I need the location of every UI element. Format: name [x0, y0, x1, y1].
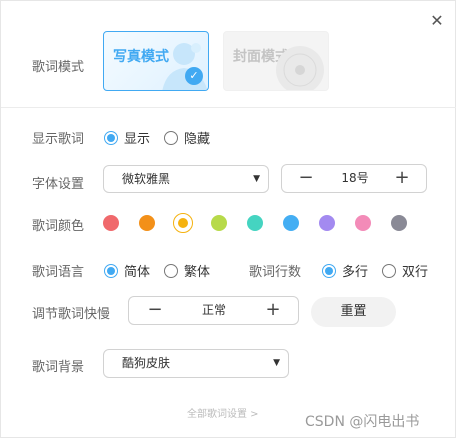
radio-unchecked-icon	[164, 263, 178, 278]
reset-button[interactable]: 重置	[311, 297, 396, 327]
lyric-lines-label: 歌词行数	[249, 265, 302, 280]
traditional-radio[interactable]: 繁体	[164, 261, 210, 280]
plus-icon[interactable]: +	[388, 165, 416, 192]
close-icon[interactable]: ✕	[429, 13, 445, 29]
radio-checked-icon	[104, 263, 118, 278]
lyric-background-label: 歌词背景	[32, 360, 85, 375]
cover-mode-card[interactable]: 封面模式	[223, 31, 329, 91]
check-icon: ✓	[185, 67, 203, 85]
lyric-mode-label: 歌词模式	[32, 60, 85, 75]
hide-radio[interactable]: 隐藏	[164, 128, 210, 147]
simplified-radio[interactable]: 简体	[104, 261, 150, 280]
lyric-background-value: 酷狗皮肤	[122, 356, 171, 370]
multi-line-radio[interactable]: 多行	[322, 261, 368, 280]
all-lyric-settings-link[interactable]: 全部歌词设置 >	[187, 405, 259, 420]
portrait-mode-card[interactable]: 写真模式 ✓	[103, 31, 209, 91]
lyrics-settings-dialog: ✕ 歌词模式 写真模式 ✓ 封面模式 显示歌词 显示 隐藏 字体设置 微软雅黑 …	[0, 0, 456, 438]
show-radio[interactable]: 显示	[104, 128, 150, 147]
minus-icon[interactable]: −	[292, 165, 320, 192]
double-line-radio-label: 双行	[402, 265, 429, 280]
disc-icon	[276, 46, 324, 90]
traditional-radio-label: 繁体	[184, 265, 211, 280]
lyric-speed-value: 正常	[201, 303, 226, 317]
color-swatch[interactable]	[139, 215, 155, 231]
color-swatch[interactable]	[247, 215, 263, 231]
radio-unchecked-icon	[164, 130, 178, 145]
lyric-color-label: 歌词颜色	[32, 219, 85, 234]
font-settings-label: 字体设置	[32, 177, 85, 192]
plus-icon[interactable]: +	[259, 297, 287, 324]
chevron-down-icon: ▼	[253, 174, 260, 184]
hide-radio-label: 隐藏	[184, 132, 211, 147]
show-lyrics-label: 显示歌词	[32, 132, 85, 147]
color-swatch[interactable]	[178, 218, 188, 228]
color-swatch[interactable]	[211, 215, 227, 231]
color-swatch[interactable]	[319, 215, 335, 231]
color-swatch[interactable]	[103, 215, 119, 231]
radio-checked-icon	[322, 263, 336, 278]
portrait-figure-icon	[162, 43, 208, 90]
simplified-radio-label: 简体	[124, 265, 151, 280]
minus-icon[interactable]: −	[141, 297, 169, 324]
font-family-value: 微软雅黑	[122, 172, 171, 186]
color-swatch[interactable]	[391, 215, 407, 231]
radio-checked-icon	[104, 130, 118, 145]
radio-unchecked-icon	[382, 263, 396, 278]
color-swatch[interactable]	[283, 215, 299, 231]
multi-line-radio-label: 多行	[342, 265, 369, 280]
section-divider	[1, 107, 456, 108]
lyric-background-select[interactable]: 酷狗皮肤 ▼	[103, 349, 289, 378]
font-family-select[interactable]: 微软雅黑 ▼	[103, 165, 269, 193]
lyric-speed-label: 调节歌词快慢	[32, 307, 111, 322]
lyric-language-label: 歌词语言	[32, 265, 85, 280]
color-swatch[interactable]	[355, 215, 371, 231]
chevron-down-icon: ▼	[273, 358, 280, 368]
lyric-speed-stepper: − 正常 +	[128, 296, 299, 325]
font-size-stepper: − 18号 +	[281, 164, 427, 193]
show-radio-label: 显示	[124, 132, 151, 147]
watermark: CSDN @闪电出书	[305, 414, 420, 430]
double-line-radio[interactable]: 双行	[382, 261, 428, 280]
font-size-value: 18号	[341, 171, 369, 185]
